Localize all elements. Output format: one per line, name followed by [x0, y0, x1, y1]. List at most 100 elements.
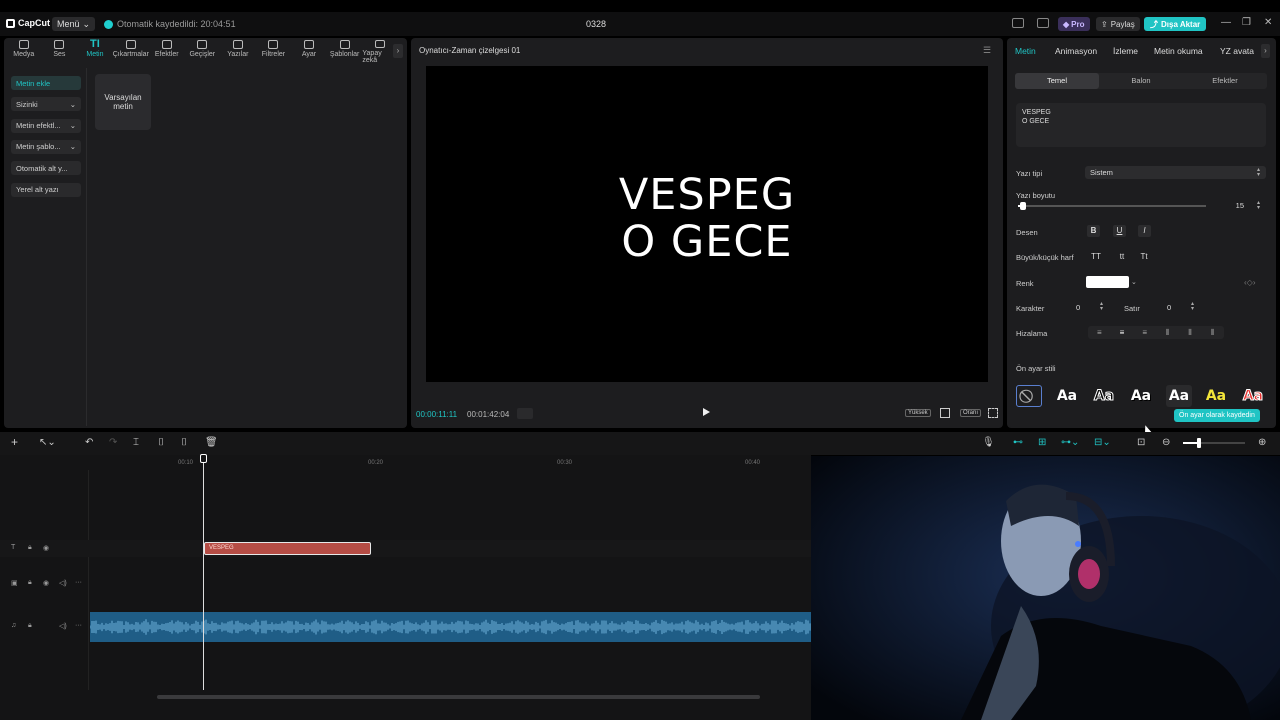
align-vertical-top-icon[interactable]: ⦀ — [1156, 326, 1179, 339]
snapshot-icon[interactable] — [940, 408, 950, 418]
preset-style-3[interactable]: Aa — [1128, 385, 1154, 407]
tool-metin[interactable]: TI Metin — [77, 39, 113, 64]
more-icon[interactable]: ··· — [75, 622, 82, 629]
trim-left-icon[interactable]: ⌷ — [158, 437, 164, 448]
layout-icon[interactable] — [1012, 18, 1024, 28]
caption-track-icon[interactable]: ⊡ — [1137, 437, 1145, 448]
side-nav-item[interactable]: Sizinki ⌄ — [11, 97, 81, 112]
preview-axis-icon[interactable]: ⊟⌄ — [1094, 437, 1111, 448]
no-style-icon[interactable]: ⃠ — [1016, 385, 1042, 407]
uppercase-button[interactable]: TT — [1088, 251, 1104, 263]
subtab-efektler[interactable]: Efektler — [1183, 73, 1267, 89]
quality-button[interactable]: Yüksek — [905, 409, 931, 417]
microphone-icon[interactable]: 🎙 — [982, 437, 995, 448]
tool-medya[interactable]: Medya — [6, 40, 42, 64]
default-text-card[interactable]: Varsayılan metin — [95, 74, 151, 130]
tabs-next-icon[interactable]: › — [1261, 44, 1270, 58]
subtab-temel[interactable]: Temel — [1015, 73, 1099, 89]
timecode-toggle-icon[interactable] — [517, 408, 533, 419]
ratio-button[interactable]: Oranı — [960, 409, 982, 417]
tool-geçişler[interactable]: Geçişler — [185, 40, 221, 64]
side-nav-item[interactable]: Metin efektl... ⌄ — [11, 118, 81, 133]
align-right-icon[interactable]: ≡ — [1133, 326, 1156, 339]
delete-icon[interactable]: 🗑 — [205, 437, 218, 448]
italic-button[interactable]: I — [1138, 225, 1151, 237]
trim-right-icon[interactable]: ⌷ — [181, 437, 187, 448]
preset-style-2[interactable]: Aa — [1091, 385, 1117, 407]
eye-icon[interactable]: ◉ — [43, 544, 49, 552]
tab-metin-okuma[interactable]: Metin okuma — [1154, 46, 1203, 56]
share-button[interactable]: ⇪ Paylaş — [1096, 17, 1140, 31]
speaker-icon[interactable]: ◁) — [59, 579, 67, 587]
undo-icon[interactable]: ↶ — [85, 437, 93, 448]
subtab-balon[interactable]: Balon — [1099, 73, 1183, 89]
preset-style-6[interactable]: Aa — [1240, 385, 1266, 407]
text-clip[interactable]: VESPEG — [204, 542, 371, 555]
side-nav-item[interactable]: Metin ekle — [11, 76, 81, 90]
bold-button[interactable]: B — [1087, 225, 1100, 237]
tool-ayar[interactable]: Ayar — [291, 40, 327, 64]
lock-icon[interactable]: 🔒︎ — [28, 622, 32, 630]
zoom-in-icon[interactable]: ⊕ — [1258, 437, 1266, 448]
titlecase-button[interactable]: Tt — [1136, 251, 1152, 263]
preset-style-5[interactable]: Aa — [1203, 385, 1229, 407]
tab-yz-avatar[interactable]: YZ avata — [1220, 46, 1254, 56]
timeline-area[interactable] — [0, 455, 811, 720]
size-input[interactable]: 15 — [1216, 200, 1258, 212]
save-preset-tooltip[interactable]: Ön ayar olarak kaydedin — [1174, 409, 1260, 422]
minimize-icon[interactable]: — — [1221, 17, 1231, 28]
audio-clip[interactable] — [90, 612, 811, 642]
link-icon[interactable]: ⊷ — [1013, 437, 1023, 448]
zoom-slider-handle[interactable] — [1197, 438, 1201, 448]
eye-icon[interactable]: ◉ — [43, 579, 49, 587]
tab-izleme[interactable]: İzleme — [1113, 46, 1138, 56]
tool-efektler[interactable]: Efektler — [149, 40, 185, 64]
select-cursor-icon[interactable]: ↖⌄ — [39, 437, 56, 448]
align-vertical-bottom-icon[interactable]: ⦀ — [1201, 326, 1224, 339]
redo-icon[interactable]: ↷ — [109, 437, 117, 448]
side-nav-item[interactable]: Yerel alt yazı — [11, 182, 81, 197]
size-slider-handle[interactable] — [1020, 202, 1026, 210]
tool-ses[interactable]: Ses — [42, 40, 78, 64]
pro-button[interactable]: ◆ Pro — [1058, 17, 1090, 31]
text-content-field[interactable]: VESPEG O GECE — [1016, 103, 1266, 147]
playhead[interactable] — [203, 458, 204, 690]
play-icon[interactable] — [703, 408, 710, 416]
close-icon[interactable]: ✕ — [1264, 17, 1272, 28]
zoom-out-icon[interactable]: ⊖ — [1162, 437, 1170, 448]
line-spacing-stepper-icon[interactable]: ▴ ▾ — [1191, 301, 1194, 312]
tool-çıkartmalar[interactable]: Çıkartmalar — [113, 40, 149, 64]
preset-style-4[interactable]: Aa — [1166, 385, 1192, 407]
lock-icon[interactable]: 🔒︎ — [28, 544, 32, 552]
preset-style-1[interactable]: Aa — [1054, 385, 1080, 407]
hamburger-icon[interactable]: ☰ — [983, 45, 991, 56]
playhead-handle[interactable] — [200, 454, 207, 463]
color-swatch[interactable] — [1086, 276, 1129, 288]
lock-icon[interactable]: 🔒︎ — [28, 579, 32, 587]
snap-icon[interactable]: ⊶⌄ — [1061, 437, 1079, 448]
char-spacing-input[interactable]: 0 — [1076, 302, 1080, 314]
align-left-icon[interactable]: ≡ — [1088, 326, 1111, 339]
side-nav-item[interactable]: Metin şablo... ⌄ — [11, 139, 81, 154]
side-nav-item[interactable]: Otomatik alt y... — [11, 161, 81, 176]
toolbar-next-icon[interactable]: › — [393, 44, 403, 58]
magnet-icon[interactable]: ⊞ — [1038, 437, 1046, 448]
tool-filtreler[interactable]: Filtreler — [256, 40, 292, 64]
export-button[interactable]: ⤴ Dışa Aktar — [1144, 17, 1207, 31]
keyboard-icon[interactable] — [1037, 18, 1049, 28]
tab-metin[interactable]: Metin — [1015, 46, 1036, 56]
tool-yazılar[interactable]: Yazılar — [220, 40, 256, 64]
maximize-icon[interactable]: ❐ — [1242, 17, 1251, 28]
size-stepper-icon[interactable]: ▴ ▾ — [1257, 200, 1260, 211]
keyframe-icon[interactable]: ‹◇› — [1244, 278, 1255, 287]
split-icon[interactable]: ⌶ — [133, 437, 139, 448]
speaker-icon[interactable]: ◁) — [59, 622, 67, 630]
size-slider-track[interactable] — [1018, 205, 1206, 207]
font-select[interactable]: Sistem — [1085, 166, 1266, 179]
more-icon[interactable]: ··· — [75, 579, 82, 586]
tab-animasyon[interactable]: Animasyon — [1055, 46, 1097, 56]
underline-button[interactable]: U — [1113, 225, 1126, 237]
tool-şablonlar[interactable]: Şablonlar — [327, 40, 363, 64]
lowercase-button[interactable]: tt — [1114, 251, 1130, 263]
align-center-icon[interactable]: ≡ — [1111, 326, 1134, 339]
